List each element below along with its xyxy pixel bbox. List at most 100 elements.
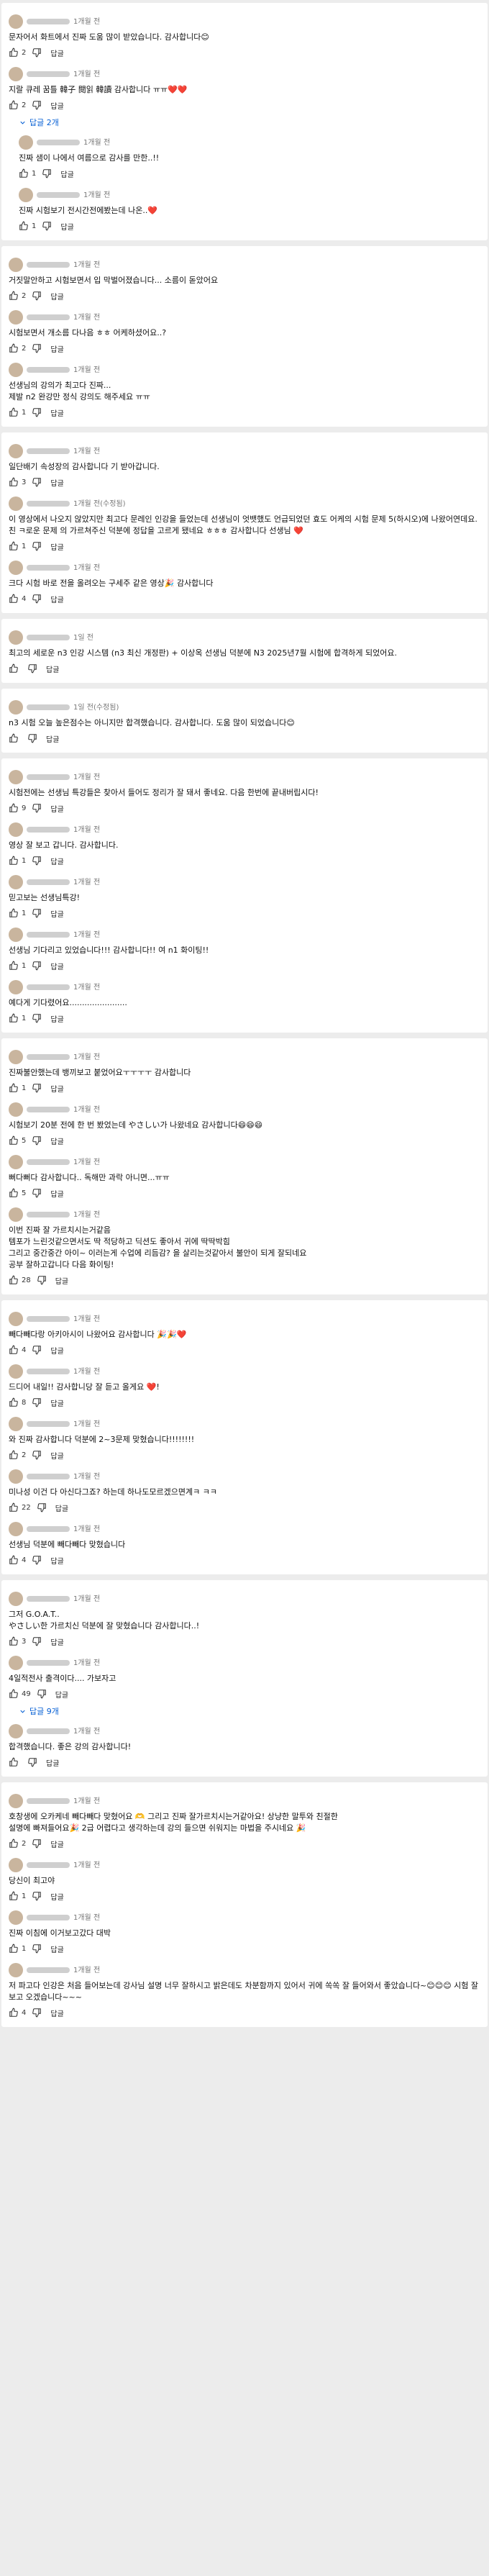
like-button[interactable]: 1 <box>9 1891 26 1901</box>
avatar[interactable] <box>9 444 23 458</box>
author-name[interactable] <box>27 19 70 24</box>
like-button[interactable]: 1 <box>9 1944 26 1954</box>
like-button[interactable]: 1 <box>9 1083 26 1093</box>
like-button[interactable]: 28 <box>9 1275 31 1285</box>
dislike-button[interactable] <box>32 961 42 971</box>
like-button[interactable]: 2 <box>9 1838 26 1849</box>
like-button[interactable]: 1 <box>19 221 36 231</box>
reply-button[interactable]: 답글 <box>50 477 63 488</box>
like-button[interactable]: 4 <box>9 1555 26 1565</box>
reply-button[interactable]: 답글 <box>50 1944 63 1954</box>
avatar[interactable] <box>9 1102 23 1117</box>
author-name[interactable] <box>27 1421 70 1427</box>
dislike-button[interactable] <box>32 1188 42 1198</box>
author-name[interactable] <box>27 1967 70 1973</box>
author-name[interactable] <box>27 932 70 938</box>
reply-button[interactable]: 답글 <box>50 1397 63 1408</box>
like-button[interactable]: 5 <box>9 1135 26 1146</box>
author-name[interactable] <box>27 1054 70 1060</box>
dislike-button[interactable] <box>32 1083 42 1093</box>
author-name[interactable] <box>27 1660 70 1666</box>
author-name[interactable] <box>27 1596 70 1602</box>
avatar[interactable] <box>9 700 23 715</box>
dislike-button[interactable] <box>27 663 37 674</box>
dislike-button[interactable] <box>32 343 42 353</box>
dislike-button[interactable] <box>32 1397 42 1407</box>
reply-button[interactable]: 답글 <box>55 1502 68 1513</box>
like-button[interactable]: 49 <box>9 1689 31 1699</box>
reply-button[interactable]: 답글 <box>55 1689 68 1700</box>
like-button[interactable]: 2 <box>9 343 26 353</box>
author-name[interactable] <box>27 565 70 571</box>
avatar[interactable] <box>19 188 33 202</box>
like-button[interactable]: 2 <box>9 1450 26 1460</box>
avatar[interactable] <box>9 1963 23 1977</box>
like-button[interactable]: 9 <box>9 803 26 813</box>
like-button[interactable]: 3 <box>9 1636 26 1646</box>
dislike-button[interactable] <box>32 1450 42 1460</box>
like-button[interactable]: 8 <box>9 1397 26 1407</box>
like-button[interactable]: 4 <box>9 2008 26 2018</box>
like-button[interactable]: 22 <box>9 1502 31 1513</box>
like-button[interactable]: 1 <box>9 407 26 417</box>
avatar[interactable] <box>9 1312 23 1326</box>
avatar[interactable] <box>9 1050 23 1064</box>
dislike-button[interactable] <box>27 733 37 743</box>
like-button[interactable] <box>9 733 22 743</box>
avatar[interactable] <box>9 1207 23 1222</box>
author-name[interactable] <box>27 367 70 373</box>
author-name[interactable] <box>27 71 70 77</box>
reply-button[interactable]: 답글 <box>50 961 63 971</box>
author-name[interactable] <box>27 1107 70 1112</box>
dislike-button[interactable] <box>37 1275 47 1285</box>
avatar[interactable] <box>9 1592 23 1606</box>
dislike-button[interactable] <box>32 856 42 866</box>
reply-button[interactable]: 답글 <box>55 1275 68 1286</box>
author-name[interactable] <box>27 1159 70 1165</box>
dislike-button[interactable] <box>32 541 42 551</box>
reply-button[interactable]: 답글 <box>50 1188 63 1199</box>
author-name[interactable] <box>27 1212 70 1217</box>
dislike-button[interactable] <box>32 100 42 110</box>
reply-button[interactable]: 답글 <box>50 47 63 58</box>
dislike-button[interactable] <box>32 594 42 604</box>
reply-button[interactable]: 답글 <box>50 1345 63 1356</box>
author-name[interactable] <box>27 501 70 507</box>
author-name[interactable] <box>37 192 80 198</box>
dislike-button[interactable] <box>32 803 42 813</box>
like-button[interactable]: 3 <box>9 477 26 487</box>
avatar[interactable] <box>9 1155 23 1169</box>
like-button[interactable]: 2 <box>9 47 26 58</box>
reply-button[interactable]: 답글 <box>50 2008 63 2018</box>
dislike-button[interactable] <box>32 477 42 487</box>
avatar[interactable] <box>9 363 23 377</box>
like-button[interactable]: 1 <box>19 168 36 178</box>
reply-button[interactable]: 답글 <box>50 856 63 866</box>
author-name[interactable] <box>27 1915 70 1920</box>
dislike-button[interactable] <box>37 1689 47 1699</box>
author-name[interactable] <box>27 774 70 780</box>
avatar[interactable] <box>9 14 23 29</box>
author-name[interactable] <box>37 140 80 145</box>
avatar[interactable] <box>9 1417 23 1431</box>
author-name[interactable] <box>27 1526 70 1532</box>
reply-button[interactable]: 답글 <box>50 291 63 301</box>
avatar[interactable] <box>9 1858 23 1872</box>
author-name[interactable] <box>27 984 70 990</box>
dislike-button[interactable] <box>42 221 52 231</box>
reply-button[interactable]: 답글 <box>60 221 73 232</box>
avatar[interactable] <box>9 496 23 511</box>
reply-button[interactable]: 답글 <box>50 407 63 418</box>
avatar[interactable] <box>9 67 23 81</box>
dislike-button[interactable] <box>32 1135 42 1146</box>
author-name[interactable] <box>27 827 70 833</box>
dislike-button[interactable] <box>32 1636 42 1646</box>
like-button[interactable]: 2 <box>9 291 26 301</box>
reply-button[interactable]: 답글 <box>50 541 63 552</box>
dislike-button[interactable] <box>32 1555 42 1565</box>
reply-button[interactable]: 답글 <box>46 733 59 744</box>
avatar[interactable] <box>9 875 23 889</box>
reply-button[interactable]: 답글 <box>46 663 59 674</box>
avatar[interactable] <box>19 135 33 150</box>
like-button[interactable]: 1 <box>9 908 26 918</box>
